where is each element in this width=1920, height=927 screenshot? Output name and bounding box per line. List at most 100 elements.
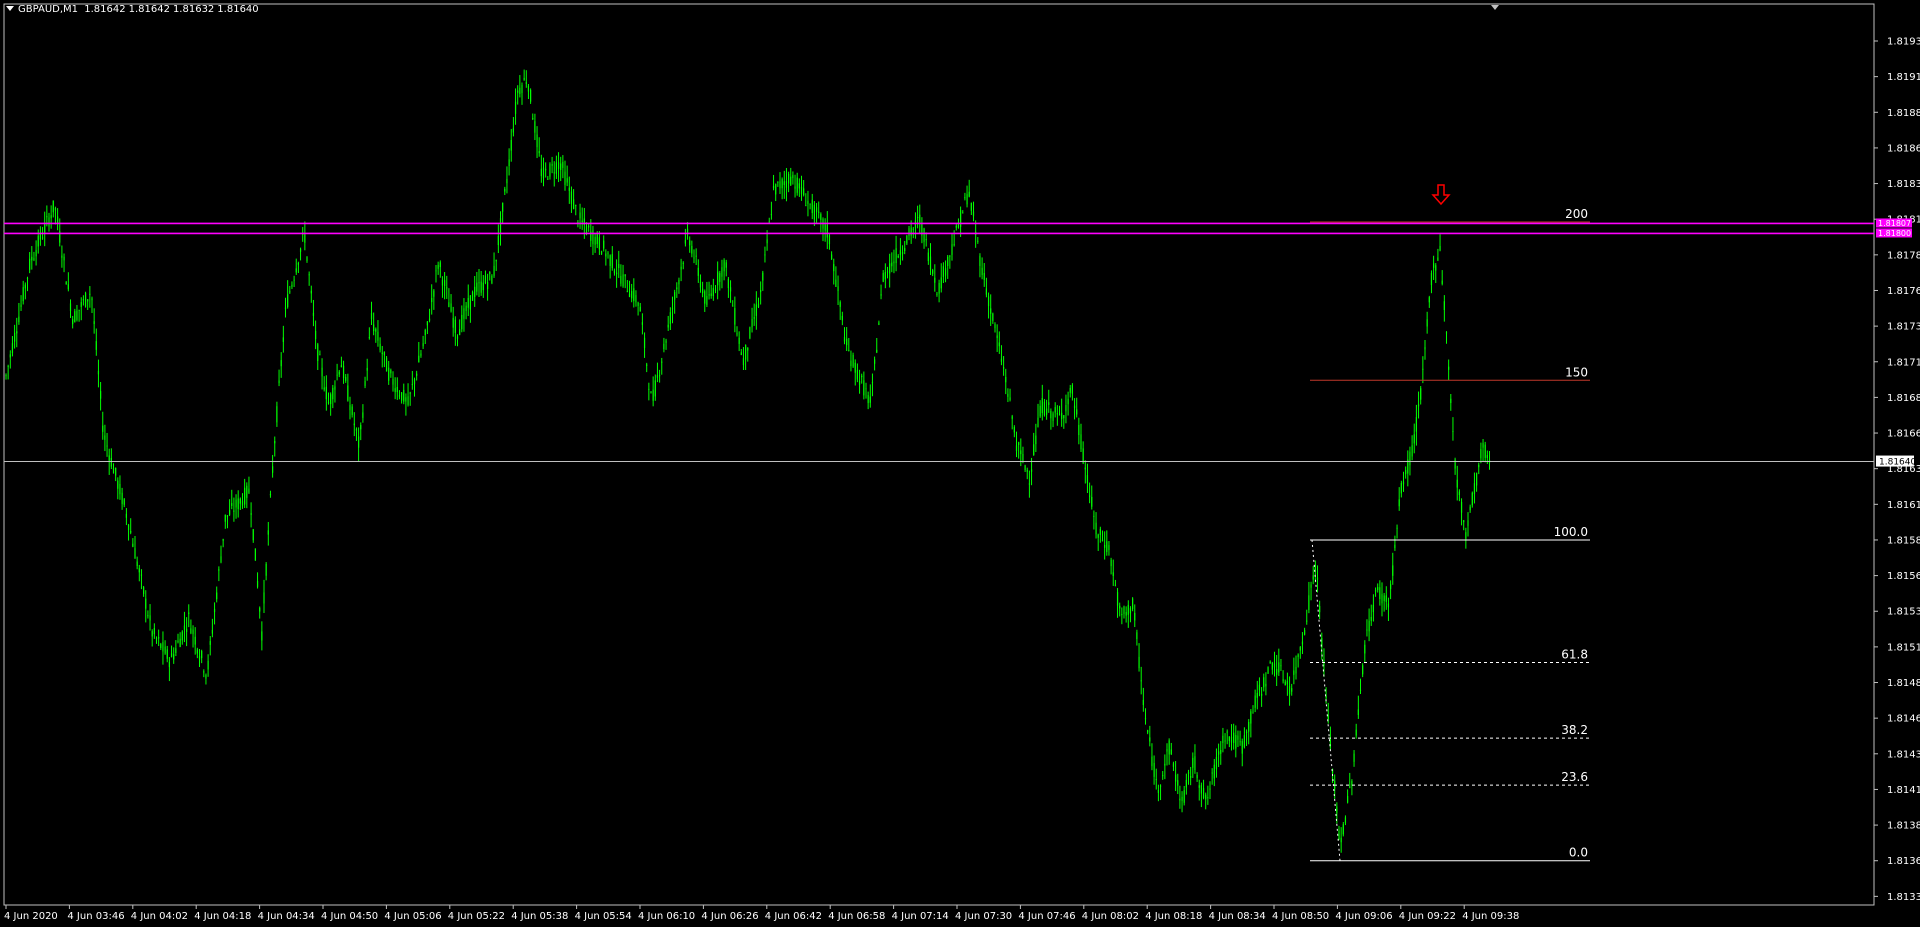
candle-body bbox=[891, 262, 893, 267]
candle-body bbox=[1084, 467, 1086, 470]
candle-body bbox=[69, 303, 72, 311]
candle-body bbox=[667, 324, 669, 328]
candle-body bbox=[882, 273, 884, 282]
candle-body bbox=[706, 296, 708, 305]
candle-body bbox=[444, 280, 446, 287]
candle-body bbox=[1037, 417, 1039, 427]
candle-body bbox=[1215, 757, 1218, 769]
candle-body bbox=[250, 512, 252, 516]
candle-body bbox=[190, 628, 192, 634]
price-tick-label: 1.81585 bbox=[1887, 535, 1920, 546]
candle-body bbox=[1458, 491, 1460, 496]
candle-body bbox=[330, 394, 332, 405]
candle-body bbox=[349, 404, 351, 411]
candle-body bbox=[170, 653, 173, 657]
candle-body bbox=[1091, 496, 1093, 507]
candle-body bbox=[831, 254, 833, 260]
candle-body bbox=[207, 660, 209, 670]
candle-body bbox=[134, 548, 136, 559]
candle-body bbox=[149, 615, 151, 621]
candle-body bbox=[317, 344, 319, 361]
candle-body bbox=[495, 259, 497, 262]
candle-body bbox=[1482, 443, 1484, 448]
candle-body bbox=[340, 365, 342, 368]
candle-body bbox=[1151, 756, 1153, 767]
candle-body bbox=[463, 308, 465, 319]
candle-body bbox=[153, 628, 155, 635]
candle-body bbox=[1409, 451, 1411, 466]
candle-body bbox=[557, 162, 560, 169]
price-tick-label: 1.81760 bbox=[1887, 286, 1920, 297]
candle-body bbox=[1056, 413, 1058, 415]
candle-body bbox=[484, 275, 487, 283]
candle-body bbox=[308, 274, 310, 276]
candle-body bbox=[1162, 775, 1164, 777]
candle-body bbox=[772, 185, 775, 189]
candle-body bbox=[1237, 735, 1239, 740]
candle-body bbox=[671, 308, 674, 310]
candle-body bbox=[1340, 837, 1342, 843]
candle-body bbox=[469, 295, 471, 310]
candle-body bbox=[394, 388, 396, 393]
candle-body bbox=[815, 207, 818, 212]
candle-body bbox=[224, 514, 226, 522]
time-tick-label: 4 Jun 08:18 bbox=[1145, 911, 1202, 922]
candle-body bbox=[938, 282, 940, 294]
candle-body bbox=[717, 271, 719, 286]
candle-body bbox=[1486, 455, 1488, 458]
candle-body bbox=[850, 360, 852, 367]
candle-body bbox=[95, 341, 97, 350]
candle-body bbox=[168, 661, 170, 668]
candle-body bbox=[1233, 732, 1235, 743]
candle-body bbox=[1383, 595, 1385, 602]
candle-body bbox=[575, 205, 577, 207]
sell-arrow-icon[interactable] bbox=[1431, 184, 1451, 206]
candle-body bbox=[942, 266, 944, 277]
candle-body bbox=[1344, 817, 1347, 823]
candle-body bbox=[390, 369, 392, 374]
candle-body bbox=[897, 255, 899, 258]
collapse-triangle-icon[interactable] bbox=[6, 6, 14, 11]
candle-body bbox=[454, 319, 456, 333]
candle-body bbox=[244, 487, 246, 505]
candle-body bbox=[1467, 520, 1469, 526]
price-tick-label: 1.81385 bbox=[1887, 821, 1920, 832]
candle-body bbox=[927, 252, 929, 262]
time-tick-label: 4 Jun 05:54 bbox=[575, 911, 632, 922]
candle-body bbox=[1370, 616, 1372, 621]
chart-window[interactable]: 1.81935 1.81910 1.81885 1.81860 1.81835 1.818… bbox=[0, 0, 1920, 927]
candle-body bbox=[489, 272, 491, 274]
candle-body bbox=[424, 330, 426, 336]
candle-body bbox=[280, 360, 282, 367]
candle-body bbox=[353, 423, 355, 426]
candle-body bbox=[1127, 604, 1129, 615]
fib-trendline[interactable] bbox=[1311, 539, 1341, 861]
candle-body bbox=[409, 392, 411, 394]
candle-body bbox=[145, 598, 147, 609]
shift-marker-icon[interactable] bbox=[1491, 5, 1499, 10]
candle-body bbox=[871, 382, 874, 384]
candle-body bbox=[1390, 584, 1392, 590]
candle-body bbox=[710, 293, 712, 297]
candle-body bbox=[252, 529, 254, 541]
candle-body bbox=[1172, 763, 1175, 767]
candle-body bbox=[542, 167, 545, 179]
candle-body bbox=[67, 284, 69, 290]
candle-body bbox=[504, 188, 506, 192]
candle-body bbox=[510, 139, 512, 151]
candle-body bbox=[1353, 753, 1355, 762]
candle-body bbox=[448, 302, 450, 308]
candle-body bbox=[573, 199, 575, 210]
candle-body bbox=[1125, 611, 1127, 616]
price-chart[interactable]: 1.81935 1.81910 1.81885 1.81860 1.81835 1.818… bbox=[0, 0, 1920, 927]
candle-body bbox=[553, 172, 555, 174]
candle-body bbox=[143, 587, 145, 594]
candle-body bbox=[102, 425, 104, 432]
candle-body bbox=[525, 82, 527, 84]
candle-body bbox=[1123, 606, 1125, 615]
fib-level-label: 200 bbox=[1565, 207, 1588, 221]
fibonacci-tool[interactable] bbox=[1310, 221, 1590, 862]
candle-body bbox=[1099, 528, 1101, 535]
candle-body bbox=[917, 217, 919, 219]
price-tick-label: 1.81710 bbox=[1887, 357, 1920, 368]
